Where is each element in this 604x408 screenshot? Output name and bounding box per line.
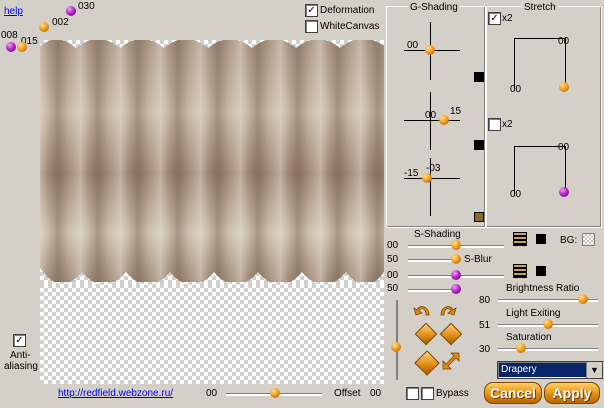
offset-label: Offset bbox=[334, 388, 361, 399]
sshading-color-2[interactable] bbox=[536, 266, 546, 276]
value-002: 002 bbox=[52, 17, 69, 28]
help-link[interactable]: help bbox=[4, 6, 23, 17]
cancel-button[interactable]: Cancel bbox=[484, 382, 542, 404]
stretch-x2-top-label: x2 bbox=[502, 13, 513, 24]
purple-handle-008[interactable] bbox=[6, 42, 16, 52]
vertical-slider-track[interactable] bbox=[396, 300, 398, 380]
preset-selected-value: Drapery bbox=[499, 363, 586, 377]
stretch-top-right-value: 00 bbox=[558, 36, 570, 47]
resize-diagonal-icon[interactable] bbox=[440, 352, 460, 372]
gshading-2-right-value: 15 bbox=[450, 106, 462, 117]
antialiasing-label-2: aliasing bbox=[4, 361, 38, 372]
rotate-left-icon[interactable] bbox=[413, 302, 431, 316]
light-exiting-handle[interactable] bbox=[543, 319, 553, 329]
flip-vertical-icon[interactable] bbox=[414, 350, 440, 376]
bypass-checkbox-2[interactable] bbox=[421, 387, 434, 400]
gshading-3-handle[interactable] bbox=[422, 173, 432, 183]
gshading-1-left-value: 00 bbox=[407, 40, 419, 51]
brightness-ratio-value: 80 bbox=[479, 295, 491, 306]
whitecanvas-checkbox[interactable] bbox=[305, 20, 318, 33]
sshading-title: S-Shading bbox=[414, 229, 461, 240]
gshading-3-left-value: -15 bbox=[404, 168, 419, 179]
antialiasing-checkbox[interactable]: ✓ bbox=[13, 334, 26, 347]
sshading-row2-value: 50 bbox=[387, 254, 399, 265]
sshading-row3-value: 00 bbox=[387, 270, 399, 281]
saturation-value: 30 bbox=[479, 344, 491, 355]
saturation-handle[interactable] bbox=[516, 343, 526, 353]
sshading-row4-value: 50 bbox=[387, 283, 399, 294]
sshading-pattern-icon-2[interactable] bbox=[513, 264, 527, 278]
sshading-row2-handle[interactable] bbox=[451, 254, 461, 264]
preset-dropdown[interactable]: Drapery ▼ bbox=[497, 361, 603, 379]
offset-left-value: 00 bbox=[206, 388, 218, 399]
gshading-2-left-value: 00 bbox=[425, 110, 437, 121]
stretch-title: Stretch bbox=[522, 2, 558, 13]
offset-right-value: 00 bbox=[370, 388, 382, 399]
stretch-x2-bottom-label: x2 bbox=[502, 119, 513, 130]
gshading-2-handle[interactable] bbox=[439, 115, 449, 125]
rotate-right-icon[interactable] bbox=[439, 302, 457, 316]
move-all-icon[interactable] bbox=[414, 322, 438, 346]
stretch-x2-top-checkbox[interactable]: ✓ bbox=[488, 12, 501, 25]
bg-label: BG: bbox=[560, 235, 578, 246]
preview-canvas[interactable] bbox=[40, 40, 384, 384]
stretch-x2-bottom-checkbox[interactable] bbox=[488, 118, 501, 131]
apply-button[interactable]: Apply bbox=[544, 382, 600, 404]
purple-handle-030[interactable] bbox=[66, 6, 76, 16]
chevron-down-icon[interactable]: ▼ bbox=[586, 362, 602, 378]
orange-handle-002[interactable] bbox=[39, 22, 49, 32]
stretch-top-handle[interactable] bbox=[559, 82, 569, 92]
gshading-title: G-Shading bbox=[408, 2, 460, 13]
gshading-1-handle[interactable] bbox=[425, 45, 435, 55]
value-030: 030 bbox=[78, 1, 95, 12]
gshading-3-color[interactable] bbox=[474, 212, 484, 222]
deformation-checkbox[interactable]: ✓ bbox=[305, 4, 318, 17]
value-008: 008 bbox=[1, 30, 18, 41]
sshading-row1-value: 00 bbox=[387, 240, 399, 251]
gshading-1-color[interactable] bbox=[474, 72, 484, 82]
bg-swatch[interactable] bbox=[582, 233, 595, 246]
sshading-row1-handle[interactable] bbox=[451, 240, 461, 250]
bypass-label: Bypass bbox=[436, 388, 469, 399]
sshading-row4-handle[interactable] bbox=[451, 284, 461, 294]
scallop-overlay bbox=[40, 40, 384, 285]
stretch-bottom-handle[interactable] bbox=[559, 187, 569, 197]
stretch-top-left-value: 00 bbox=[510, 84, 522, 95]
antialiasing-label-1: Anti- bbox=[10, 350, 31, 361]
sshading-row3-handle[interactable] bbox=[451, 270, 461, 280]
stretch-bottom-right-value: 00 bbox=[558, 142, 570, 153]
bypass-checkbox-1[interactable] bbox=[406, 387, 419, 400]
vertical-slider-handle[interactable] bbox=[391, 342, 401, 352]
gshading-2-color[interactable] bbox=[474, 140, 484, 150]
whitecanvas-label: WhiteCanvas bbox=[320, 21, 380, 32]
stretch-bottom-left-value: 00 bbox=[510, 189, 522, 200]
brightness-ratio-handle[interactable] bbox=[578, 294, 588, 304]
saturation-label: Saturation bbox=[506, 332, 552, 343]
orange-handle-015[interactable] bbox=[17, 42, 27, 52]
move-center-icon[interactable] bbox=[439, 322, 463, 346]
gshading-2-vline bbox=[430, 92, 431, 150]
sshading-color-1[interactable] bbox=[536, 234, 546, 244]
light-exiting-label: Light Exiting bbox=[506, 308, 561, 319]
stretch-bottom-box[interactable] bbox=[514, 146, 566, 195]
light-exiting-value: 51 bbox=[479, 320, 491, 331]
sblur-label: S-Blur bbox=[464, 254, 492, 265]
offset-slider-handle[interactable] bbox=[270, 388, 280, 398]
sshading-pattern-icon-1[interactable] bbox=[513, 232, 527, 246]
brightness-ratio-label: Brightness Ratio bbox=[506, 283, 580, 294]
website-link[interactable]: http://redfield.webzone.ru/ bbox=[58, 388, 173, 399]
saturation-track[interactable] bbox=[498, 348, 598, 351]
deformation-label: Deformation bbox=[320, 5, 375, 16]
